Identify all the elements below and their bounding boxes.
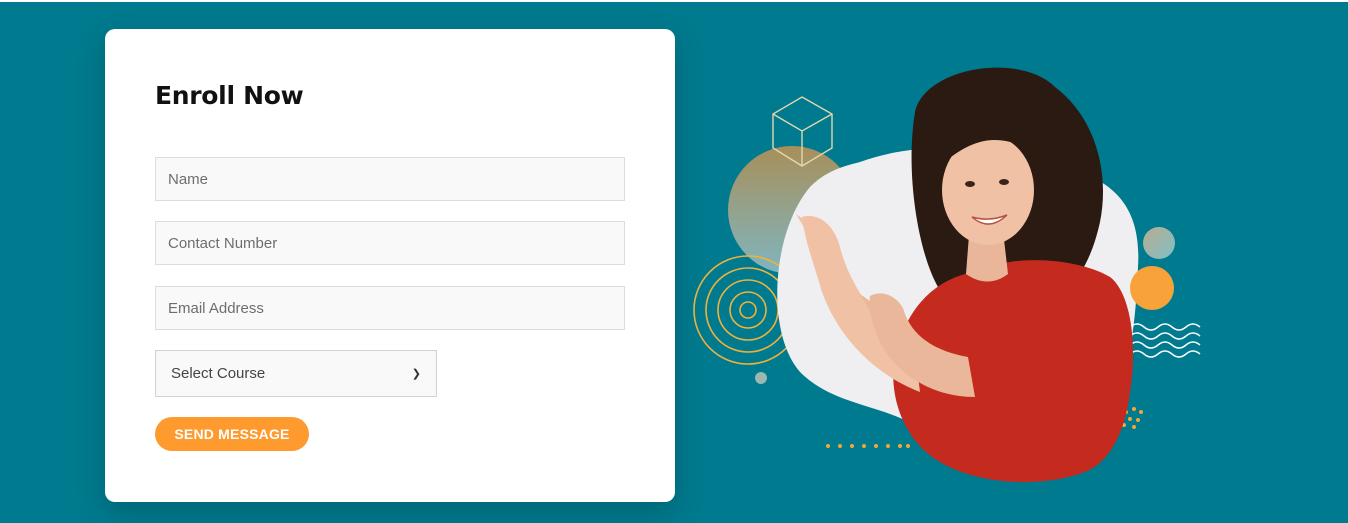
dotted-line <box>826 444 910 448</box>
name-placeholder: Name <box>168 170 209 188</box>
course-select-value: Select Course <box>171 365 266 382</box>
course-select[interactable]: Select Course ❯ <box>155 350 437 397</box>
enroll-section: Enroll Now Name Contact Number Email Add… <box>0 2 1348 523</box>
chevron-down-icon: ❯ <box>411 368 421 380</box>
hero-illustration <box>693 67 1201 483</box>
gradient-ball <box>1143 227 1175 259</box>
orange-circle <box>1130 266 1174 310</box>
contact-number-input[interactable]: Contact Number <box>155 221 625 265</box>
email-placeholder: Email Address <box>168 299 264 317</box>
send-message-button[interactable]: SEND MESSAGE <box>155 417 309 451</box>
enroll-card: Enroll Now Name Contact Number Email Add… <box>105 29 675 502</box>
email-input[interactable]: Email Address <box>155 286 625 330</box>
name-input[interactable]: Name <box>155 157 625 201</box>
small-dot <box>755 372 767 384</box>
form-title: Enroll Now <box>155 81 304 110</box>
woman-figure <box>796 67 1134 483</box>
contact-placeholder: Contact Number <box>168 234 278 252</box>
wave-lines-icon <box>1129 323 1201 358</box>
